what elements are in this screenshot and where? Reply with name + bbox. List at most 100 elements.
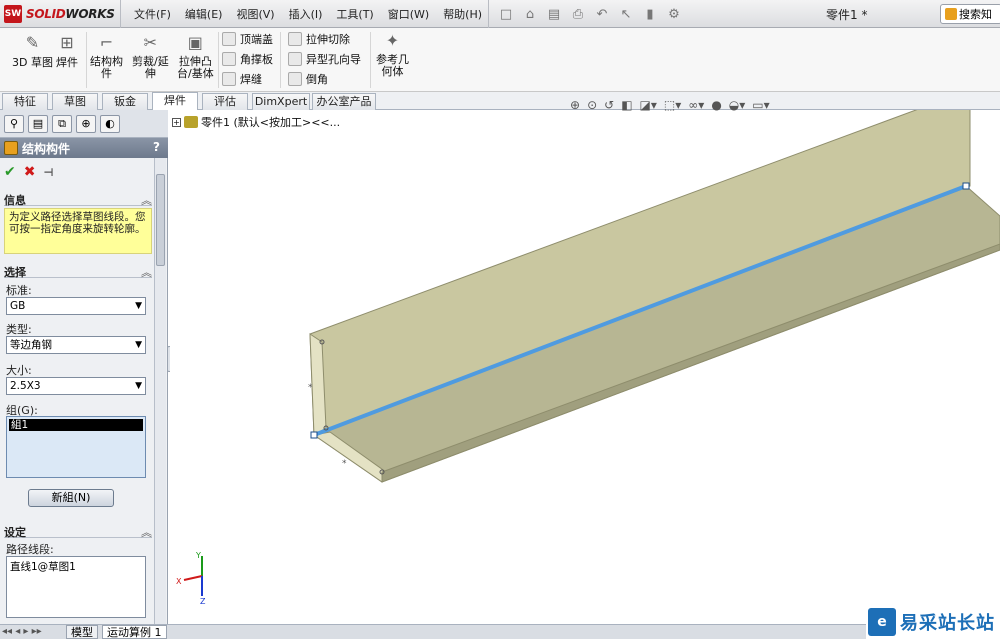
display-manager-tab-icon[interactable]: ◐	[100, 115, 120, 133]
chamfer-button[interactable]: 倒角	[288, 70, 328, 88]
extrude-boss-button[interactable]: ▣ 拉伸凸 台/基体	[177, 32, 214, 80]
tab-dimxpert[interactable]: DimXpert	[252, 93, 310, 110]
pushpin-icon[interactable]: ⊣	[43, 166, 53, 179]
new-group-button[interactable]: 新組(N)	[28, 489, 114, 507]
property-manager-tab-icon[interactable]: ▤	[28, 115, 48, 133]
dropdown-arrow-icon: ▼	[135, 381, 142, 391]
end-cap-button[interactable]: 顶端盖	[222, 30, 273, 48]
extrude-cut-icon	[288, 32, 302, 46]
site-watermark: e 易采站长站	[866, 604, 1000, 639]
configuration-tab-icon[interactable]: ⧉	[52, 115, 72, 133]
group-list[interactable]: 組1	[6, 416, 146, 478]
chamfer-icon	[288, 72, 302, 86]
menu-bar: 文件(F) 编辑(E) 视图(V) 插入(I) 工具(T) 窗口(W) 帮助(H…	[120, 0, 489, 28]
tab-sketch[interactable]: 草图	[52, 93, 98, 110]
tab-scroll-arrows-icon[interactable]: ◂◂ ◂ ▸ ▸▸	[2, 626, 42, 637]
undo-icon[interactable]: ↶	[591, 7, 613, 22]
panel-tabs: ⚲ ▤ ⧉ ⊕ ◐	[0, 110, 168, 138]
structural-member-button[interactable]: ⌐ 结构构 件	[90, 32, 123, 80]
tab-motion-study[interactable]: 运动算例 1	[102, 625, 167, 639]
save-icon[interactable]: ▤	[543, 7, 565, 22]
info-message: 为定义路径选择草图线段。您可按一指定角度来旋转轮廓。	[4, 208, 152, 254]
path-end-point[interactable]	[962, 182, 970, 190]
menu-insert[interactable]: 插入(I)	[282, 6, 330, 22]
property-manager-panel: ⚲ ▤ ⧉ ⊕ ◐ 结构构件 ? ✔ ✖ ⊣ 信息 ︽ 为定义路径选择草图线段。您…	[0, 110, 168, 624]
structural-member-icon: ⌐	[99, 33, 114, 52]
scrollbar-thumb[interactable]	[156, 174, 165, 266]
app-brand: SOLIDWORKS	[26, 7, 115, 21]
search-icon	[945, 8, 957, 20]
path-segments-list[interactable]: 直线1@草图1	[6, 556, 146, 618]
new-doc-icon[interactable]: □	[495, 7, 517, 22]
watermark-logo-icon: e	[868, 607, 896, 636]
dropdown-arrow-icon: ▼	[135, 301, 142, 311]
path-segments-label: 路径线段:	[6, 543, 54, 556]
standard-select[interactable]: GB ▼	[6, 297, 146, 315]
weld-bead-button[interactable]: 焊缝	[222, 70, 262, 88]
menu-help[interactable]: 帮助(H)	[436, 6, 489, 22]
print-icon[interactable]: ⎙	[567, 7, 589, 22]
document-title: 零件1 *	[826, 8, 868, 22]
dimxpert-tab-icon[interactable]: ⊕	[76, 115, 96, 133]
reference-geometry-button[interactable]: ✦ 参考几 何体	[376, 30, 409, 78]
gusset-button[interactable]: 角撑板	[222, 50, 273, 68]
reference-geometry-icon: ✦	[385, 31, 400, 50]
type-select[interactable]: 等边角钢 ▼	[6, 336, 146, 354]
quick-access-toolbar: □ ⌂ ▤ ⎙ ↶ ↖ ▮ ⚙	[488, 0, 685, 28]
weld-bead-icon	[222, 72, 236, 86]
property-manager-header: 结构构件 ?	[0, 138, 168, 158]
tab-sheetmetal[interactable]: 钣金	[102, 93, 148, 110]
rebuild-icon[interactable]: ▮	[639, 7, 661, 22]
end-cap-icon	[222, 32, 236, 46]
menu-window[interactable]: 窗口(W)	[381, 6, 436, 22]
selection-section-header[interactable]: 选择 ︽	[4, 264, 152, 279]
menu-edit[interactable]: 编辑(E)	[178, 6, 230, 22]
tab-weldments[interactable]: 焊件	[152, 92, 198, 110]
solidworks-logo-icon: SW	[4, 5, 22, 23]
info-section-header[interactable]: 信息 ︽	[4, 192, 152, 207]
graphics-area[interactable]: + 零件1 (默认<按加工><<... ⊕ ⊙ ↺ ◧ ◪▾ ⬚▾ ∞▾ ● ◒…	[170, 98, 1000, 624]
trim-extend-icon: ✂	[143, 33, 158, 52]
panel-scrollbar[interactable]	[154, 158, 166, 624]
ok-check-icon[interactable]: ✔	[4, 164, 16, 180]
weldment-button[interactable]: ⊞ 焊件	[56, 32, 78, 69]
triad-z-label: Z	[200, 597, 206, 606]
triad-y-label: Y	[195, 551, 201, 560]
dropdown-arrow-icon: ▼	[135, 340, 142, 350]
help-icon[interactable]: ?	[153, 140, 160, 154]
feature-tree-tab-icon[interactable]: ⚲	[4, 115, 24, 133]
settings-section-header[interactable]: 设定 ︽	[4, 524, 152, 539]
type-label: 类型:	[6, 323, 32, 336]
menu-tools[interactable]: 工具(T)	[329, 6, 380, 22]
options-icon[interactable]: ⚙	[663, 7, 685, 22]
tab-model[interactable]: 模型	[66, 625, 98, 639]
open-icon[interactable]: ⌂	[519, 7, 541, 22]
gusset-icon	[222, 52, 236, 66]
menu-view[interactable]: 视图(V)	[229, 6, 281, 22]
tab-features[interactable]: 特征	[2, 93, 48, 110]
size-select[interactable]: 2.5X3 ▼	[6, 377, 146, 395]
tab-office-products[interactable]: 办公室产品	[312, 93, 376, 110]
structural-member-icon	[4, 141, 18, 155]
size-label: 大小:	[6, 364, 32, 377]
angle-steel-model: * * Y X Z	[176, 110, 1000, 606]
select-icon[interactable]: ↖	[615, 7, 637, 22]
collapse-chevron-icon: ︽	[141, 266, 152, 279]
extrude-cut-button[interactable]: 拉伸切除	[288, 30, 350, 48]
weldment-icon: ⊞	[60, 33, 74, 52]
hole-wizard-button[interactable]: 异型孔向导	[288, 50, 361, 68]
path-start-point[interactable]	[310, 431, 318, 439]
path-segment-item[interactable]: 直线1@草图1	[10, 559, 142, 574]
command-manager: ✎ 3D 草图 ⊞ 焊件 ⌐ 结构构 件 ✂ 剪裁/延 伸 ▣ 拉伸凸 台/基体…	[0, 28, 1000, 92]
cancel-x-icon[interactable]: ✖	[24, 164, 36, 180]
menu-file[interactable]: 文件(F)	[127, 6, 178, 22]
title-bar: SW SOLIDWORKS 文件(F) 编辑(E) 视图(V) 插入(I) 工具…	[0, 0, 1000, 28]
bottom-tab-bar: ◂◂ ◂ ▸ ▸▸ 模型 运动算例 1	[0, 624, 1000, 639]
group-list-item[interactable]: 組1	[9, 419, 143, 431]
trim-extend-button[interactable]: ✂ 剪裁/延 伸	[132, 32, 169, 80]
profile-marker: *	[342, 459, 347, 469]
search-box[interactable]: 搜索知	[940, 4, 1000, 24]
tab-evaluate[interactable]: 评估	[202, 93, 248, 110]
3d-sketch-button[interactable]: ✎ 3D 草图	[12, 32, 53, 69]
app-logo: SW SOLIDWORKS	[4, 4, 115, 24]
